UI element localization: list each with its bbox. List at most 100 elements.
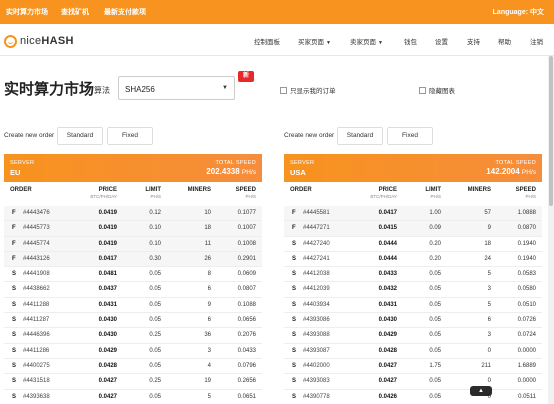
table-row[interactable]: S #4446396 0.0430 0.25 36 0.2076 — [4, 328, 262, 344]
cell-price: 0.0429 — [378, 332, 397, 339]
server-label: SERVER — [290, 160, 315, 166]
scrollbar-thumb[interactable] — [549, 56, 553, 206]
create-order-label-usa: Create new order — [284, 132, 335, 139]
table-row[interactable]: F #4445581 0.0417 1.00 57 1.0888 — [284, 206, 542, 222]
table-row[interactable]: S #4400275 0.0428 0.05 4 0.0796 — [4, 359, 262, 375]
nav-item-wallet[interactable]: 钱包 — [404, 36, 417, 46]
language-selector[interactable]: Language: 中文 — [493, 7, 544, 17]
table-row[interactable]: F #4445774 0.0419 0.10 11 0.1008 — [4, 236, 262, 252]
nicehash-logo[interactable]: nice HASH — [4, 33, 74, 49]
table-row[interactable]: S #4411287 0.0430 0.05 6 0.0656 — [4, 313, 262, 329]
total-speed-unit: PH/s — [521, 169, 536, 176]
topbar-link-latest-payments[interactable]: 最新支付款项 — [104, 7, 146, 17]
cell-id: #4411286 — [23, 347, 50, 354]
show-my-orders-checkbox[interactable]: 只显示我的订单 — [280, 85, 336, 95]
table-row[interactable]: S #4393638 0.0427 0.05 5 0.0651 — [4, 390, 262, 400]
nav-item-support[interactable]: 支持 — [467, 36, 480, 46]
page-scrollbar[interactable] — [548, 56, 554, 404]
table-row[interactable]: S #4393088 0.0429 0.05 3 0.0724 — [284, 328, 542, 344]
table-header-usa: ORDER PRICE BTC/PH/DAY LIMIT PH/S MINERS S… — [284, 184, 542, 206]
col-order[interactable]: ORDER — [290, 187, 312, 193]
col-limit[interactable]: LIMIT PH/S — [425, 187, 441, 199]
table-row[interactable]: S #4403934 0.0431 0.05 5 0.0510 — [284, 298, 542, 314]
nav-item-dashboard[interactable]: 控制面板 — [254, 36, 280, 46]
cell-id: #4445773 — [23, 225, 50, 232]
cell-miners: 6 — [207, 286, 211, 293]
table-row[interactable]: S #4393083 0.0427 0.05 0 0.0000 — [284, 374, 542, 390]
cell-type: S — [292, 347, 297, 354]
cell-price: 0.0431 — [98, 301, 117, 308]
col-price[interactable]: PRICE BTC/PH/DAY — [90, 187, 117, 199]
checkbox-icon — [419, 86, 426, 94]
cell-id: #4403934 — [303, 301, 330, 308]
table-row[interactable]: S #4441908 0.0481 0.05 8 0.0609 — [4, 267, 262, 283]
table-row[interactable]: F #4443476 0.0419 0.12 10 0.1077 — [4, 206, 262, 222]
topbar-link-live-marketplace[interactable]: 实时算力市场 — [6, 7, 48, 17]
cell-speed: 0.0583 — [517, 271, 536, 278]
standard-order-button-usa[interactable]: Standard — [337, 127, 383, 145]
cell-price: 0.0430 — [98, 332, 117, 339]
dropdown-arrow-icon: ▼ — [222, 85, 228, 91]
hide-charts-label: 隐藏图表 — [429, 88, 455, 95]
col-miners[interactable]: MINERS — [468, 187, 491, 193]
algorithm-select-value: SHA256 — [125, 85, 155, 94]
cell-limit: 0.05 — [149, 271, 161, 278]
cell-price: 0.0417 — [378, 210, 397, 216]
table-row[interactable]: S #4390778 0.0426 0.05 0 0.0511 — [284, 390, 542, 400]
col-limit-unit: PH/S — [430, 194, 441, 199]
show-my-orders-label: 只显示我的订单 — [290, 88, 336, 95]
table-row[interactable]: S #4427241 0.0444 0.20 24 0.1940 — [284, 252, 542, 268]
nav-item-buyer[interactable]: 买家页面 ▼ — [298, 36, 331, 46]
fixed-order-button-eu[interactable]: Fixed — [107, 127, 153, 145]
cell-type: S — [292, 240, 297, 247]
table-row[interactable]: F #4443126 0.0417 0.30 26 0.2901 — [4, 251, 262, 268]
algorithm-label: 算法 — [94, 86, 110, 95]
topbar-link-find-miners[interactable]: 查找矿机 — [61, 7, 89, 17]
table-row[interactable]: S #4411286 0.0429 0.05 3 0.0433 — [4, 344, 262, 359]
hide-charts-checkbox[interactable]: 隐藏图表 — [419, 85, 455, 95]
cell-limit: 0.12 — [149, 210, 161, 216]
table-row[interactable]: S #4412039 0.0432 0.05 3 0.0580 — [284, 282, 542, 298]
cell-price: 0.0419 — [98, 240, 117, 247]
col-speed[interactable]: SPEED PH/S — [516, 187, 536, 199]
cell-miners: 4 — [207, 362, 211, 369]
total-speed-unit: PH/s — [241, 169, 256, 176]
cell-type: S — [12, 393, 17, 400]
cell-price: 0.0419 — [98, 225, 117, 232]
cell-type: S — [292, 317, 297, 324]
cell-miners: 11 — [204, 240, 211, 247]
nav-item-logout[interactable]: 注销 — [530, 36, 543, 46]
cell-miners: 3 — [207, 347, 211, 354]
cell-miners: 3 — [487, 286, 491, 293]
col-miners[interactable]: MINERS — [188, 187, 211, 193]
table-row[interactable]: F #4445773 0.0419 0.10 18 0.1007 — [4, 221, 262, 237]
algorithm-select[interactable]: SHA256 ▼ — [118, 76, 235, 100]
table-row[interactable]: S #4393086 0.0430 0.05 6 0.0726 — [284, 313, 542, 329]
table-row[interactable]: S #4431518 0.0427 0.25 19 0.2656 — [4, 374, 262, 390]
col-price[interactable]: PRICE BTC/PH/DAY — [370, 187, 397, 199]
cell-miners: 36 — [204, 332, 211, 339]
table-row[interactable]: S #4438662 0.0437 0.05 6 0.0807 — [4, 282, 262, 298]
cell-speed: 0.2656 — [237, 378, 256, 385]
cell-price: 0.0433 — [378, 271, 397, 278]
fixed-order-button-usa[interactable]: Fixed — [387, 127, 433, 145]
back-to-top-button[interactable]: ▲ — [470, 386, 492, 396]
cell-price: 0.0432 — [378, 286, 397, 293]
nav-item-help[interactable]: 帮助 — [498, 36, 511, 46]
nav-item-settings[interactable]: 设置 — [435, 36, 448, 46]
col-limit[interactable]: LIMIT PH/S — [145, 187, 161, 199]
cell-limit: 0.05 — [149, 362, 161, 369]
col-speed[interactable]: SPEED PH/S — [236, 187, 256, 199]
table-row[interactable]: S #4402000 0.0427 1.75 211 1.6889 — [284, 359, 542, 375]
cell-price: 0.0428 — [378, 347, 397, 354]
table-row[interactable]: S #4412038 0.0433 0.05 5 0.0583 — [284, 267, 542, 283]
table-row[interactable]: S #4393087 0.0428 0.05 0 0.0000 — [284, 344, 542, 359]
table-row[interactable]: S #4427240 0.0444 0.20 18 0.1940 — [284, 237, 542, 252]
cell-price: 0.0437 — [98, 286, 117, 293]
nav-item-seller[interactable]: 卖家页面 ▼ — [350, 36, 383, 46]
standard-order-button-eu[interactable]: Standard — [57, 127, 103, 145]
cell-type: S — [292, 271, 297, 278]
table-row[interactable]: S #4411288 0.0431 0.05 9 0.1088 — [4, 298, 262, 314]
table-row[interactable]: F #4447271 0.0415 0.09 9 0.0870 — [284, 221, 542, 237]
col-order[interactable]: ORDER — [10, 187, 32, 193]
